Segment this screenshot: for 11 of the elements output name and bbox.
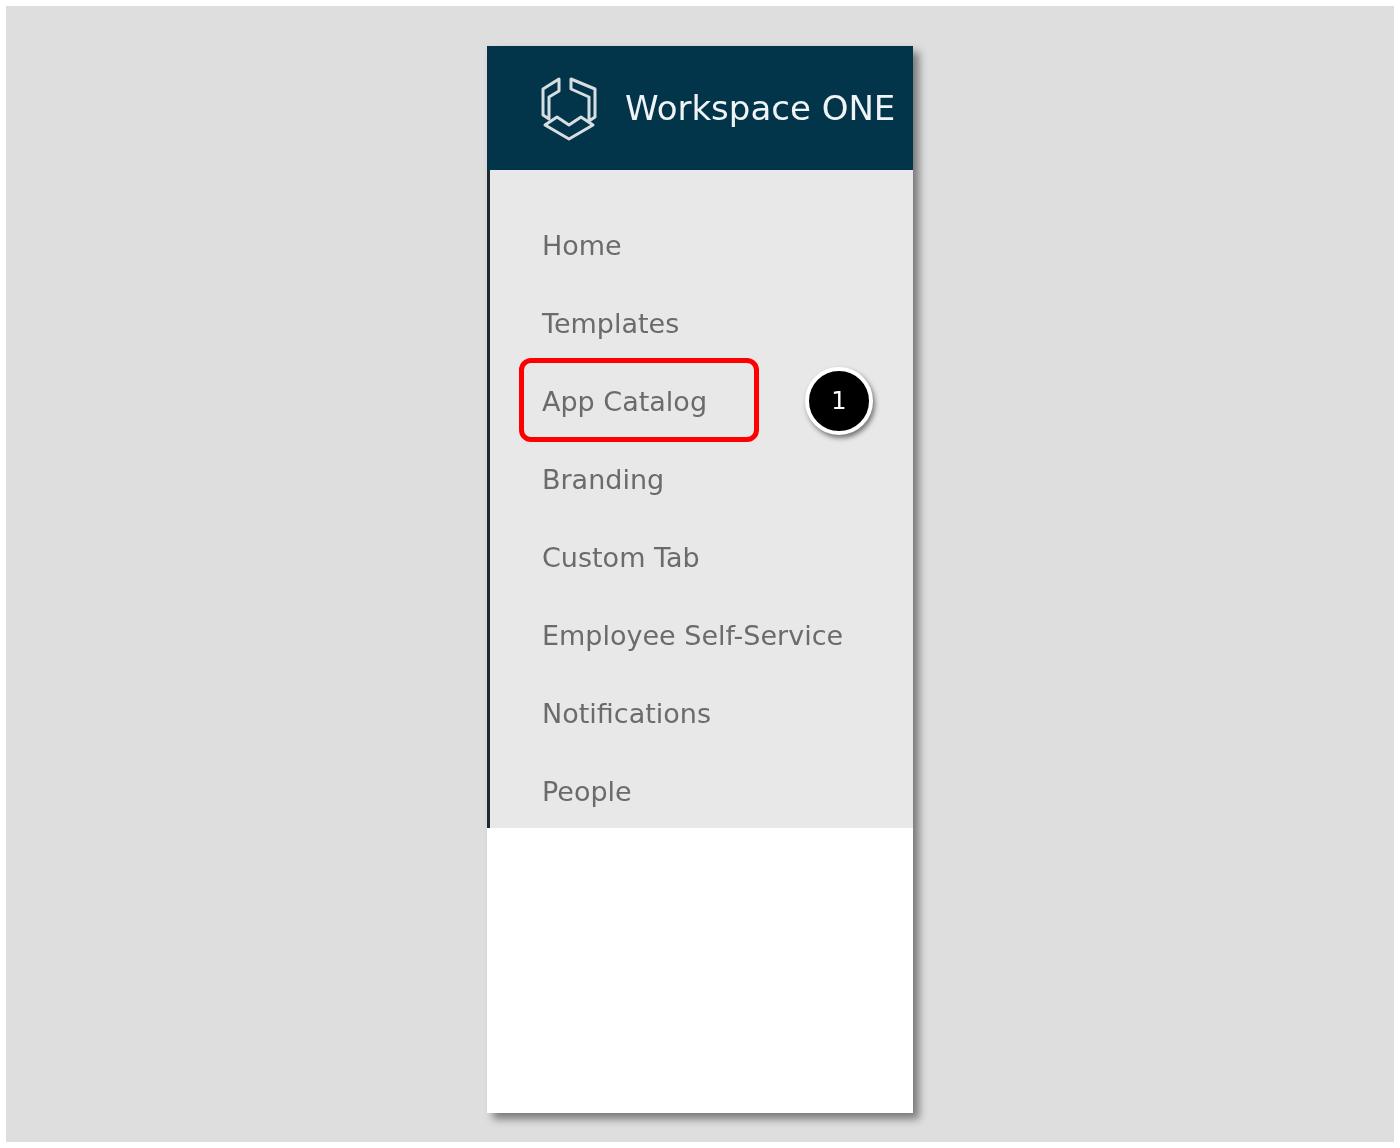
menu-item[interactable]: Notifications <box>542 695 711 731</box>
menu-item[interactable]: Employee Self-Service <box>542 617 844 653</box>
menu-item[interactable]: Templates <box>542 305 680 341</box>
app-title: Workspace ONE <box>625 86 896 130</box>
menu-item[interactable]: App Catalog <box>542 383 708 419</box>
menu-item[interactable]: People <box>542 773 632 809</box>
menu-item[interactable]: Home <box>542 227 622 263</box>
logo-icon <box>539 75 599 141</box>
step-badge: 1 <box>805 367 873 435</box>
menu-item[interactable]: Custom Tab <box>542 539 700 575</box>
menu-item[interactable]: Branding <box>542 461 665 497</box>
